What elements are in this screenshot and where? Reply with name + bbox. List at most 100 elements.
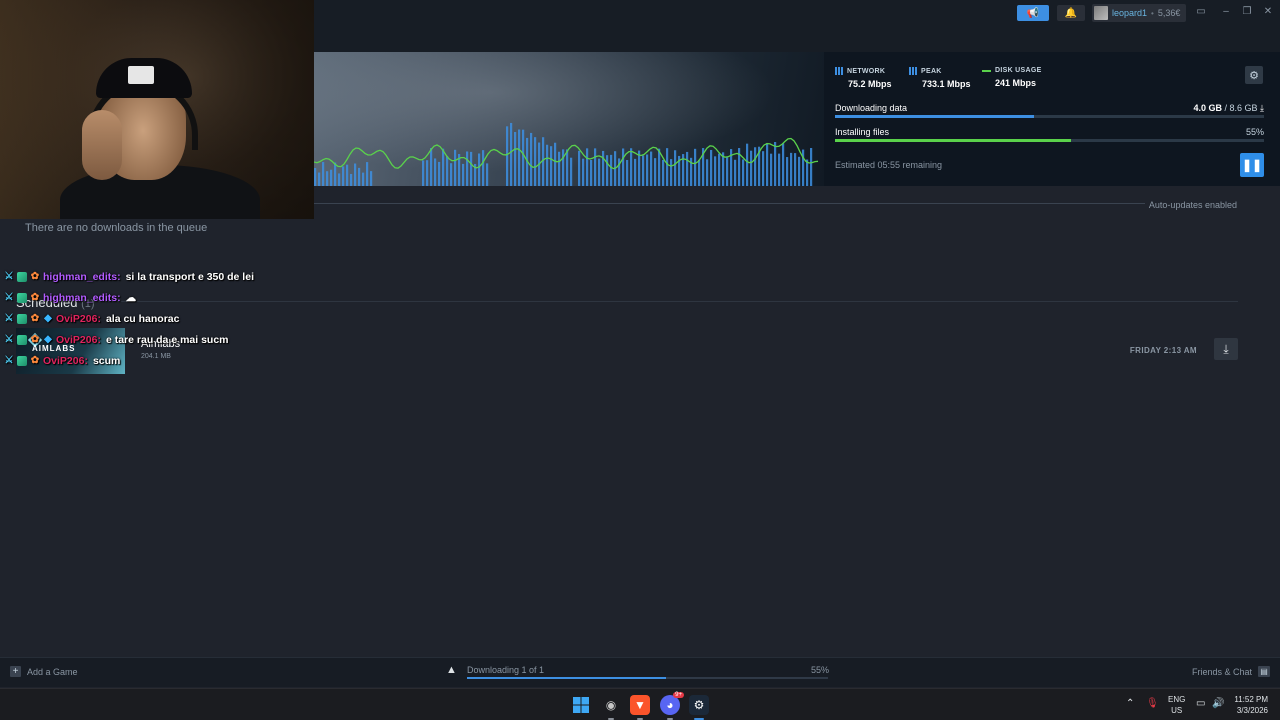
pause-button[interactable]: ❚❚ bbox=[1240, 153, 1264, 177]
taskbar-app-brave[interactable]: ▼ bbox=[630, 695, 650, 720]
sword-badge-icon: ⚔ bbox=[4, 312, 14, 324]
network-bar bbox=[782, 143, 785, 186]
chat-message: ⚔ ✿ OviP206: scum bbox=[4, 350, 254, 371]
installing-label: Installing files bbox=[835, 127, 890, 137]
maximize-button[interactable]: ❐ bbox=[1240, 5, 1254, 19]
network-bar bbox=[354, 163, 357, 186]
network-bar bbox=[786, 157, 789, 186]
stat-disk-label: DISK USAGE bbox=[995, 67, 1042, 74]
network-bar bbox=[598, 158, 601, 186]
network-bar bbox=[766, 143, 769, 186]
network-bar bbox=[438, 161, 441, 186]
steam-bottom-bar: + Add a Game ▲ Downloading 1 of 1 55% Fr… bbox=[0, 657, 1280, 687]
plus-icon: + bbox=[10, 666, 21, 677]
game-hero-art bbox=[314, 52, 824, 186]
network-bar bbox=[790, 152, 793, 186]
downloading-label: Downloading data bbox=[835, 103, 908, 113]
clock[interactable]: 11:52 PM 3/3/2026 bbox=[1226, 694, 1268, 716]
obs-icon: ◉ bbox=[605, 698, 617, 712]
notifications-button[interactable]: 🔔 bbox=[1057, 5, 1085, 21]
friends-chat-button[interactable]: Friends & Chat ▤ bbox=[1192, 666, 1270, 677]
separator-dot: • bbox=[1151, 8, 1154, 18]
network-bar bbox=[626, 159, 629, 186]
network-bar bbox=[810, 148, 813, 186]
subscriber-badge-icon bbox=[17, 313, 27, 324]
tray-overflow-icon[interactable]: ⌃ bbox=[1126, 698, 1134, 709]
webcam-hand bbox=[82, 110, 122, 180]
installing-percent: 55% bbox=[1245, 127, 1264, 137]
stat-peak-label: PEAK bbox=[921, 67, 942, 75]
cube-badge-icon: ◆ bbox=[44, 333, 52, 345]
bandwidth-graph bbox=[314, 122, 819, 186]
flower-badge-icon: ✿ bbox=[30, 312, 40, 324]
network-bar bbox=[570, 157, 573, 186]
network-bar bbox=[318, 172, 321, 186]
network-bar bbox=[594, 148, 597, 186]
download-settings-button[interactable]: ⚙ bbox=[1245, 66, 1263, 84]
network-bar bbox=[322, 162, 325, 186]
network-bar bbox=[610, 154, 613, 186]
network-bar bbox=[742, 159, 745, 186]
bottom-progress-percent: 55% bbox=[811, 665, 830, 675]
network-bar bbox=[694, 148, 697, 186]
volume-icon[interactable]: 🔊 bbox=[1212, 698, 1224, 709]
network-bar bbox=[562, 149, 565, 186]
brave-icon: ▼ bbox=[634, 698, 646, 712]
network-bar bbox=[546, 144, 549, 186]
webcam-cap-logo bbox=[128, 66, 154, 84]
network-bar bbox=[566, 149, 569, 186]
start-download-button[interactable]: ⤓ bbox=[1214, 338, 1238, 360]
wallet-balance: 5,36€ bbox=[1157, 8, 1181, 18]
network-bar bbox=[454, 149, 457, 186]
minimize-icon: – bbox=[1223, 6, 1229, 17]
taskbar-app-discord[interactable]: ◕ 9+ bbox=[660, 692, 684, 720]
network-bar bbox=[462, 163, 465, 186]
network-bar bbox=[582, 158, 585, 186]
network-bar bbox=[590, 159, 593, 186]
friends-chat-label: Friends & Chat bbox=[1191, 666, 1252, 677]
total-size: 8.6 GB bbox=[1229, 103, 1258, 113]
account-menu[interactable]: leopard1 • 5,36€ bbox=[1092, 4, 1187, 22]
download-status-icon: ▲ bbox=[446, 664, 457, 676]
network-bar bbox=[370, 171, 373, 186]
add-game-button[interactable]: + Add a Game bbox=[10, 666, 78, 677]
avatar bbox=[1094, 6, 1108, 20]
gear-icon: ⚙ bbox=[1249, 69, 1259, 82]
start-button[interactable] bbox=[571, 695, 591, 715]
flower-badge-icon: ✿ bbox=[30, 270, 40, 282]
queue-empty-message: There are no downloads in the queue bbox=[25, 222, 208, 234]
network-bar bbox=[794, 153, 797, 186]
download-status-text[interactable]: Downloading 1 of 1 bbox=[467, 665, 544, 675]
network-bar bbox=[350, 173, 353, 186]
network-bar bbox=[514, 131, 517, 186]
network-bar bbox=[602, 150, 605, 186]
network-bar bbox=[518, 129, 521, 186]
minimize-button[interactable]: – bbox=[1219, 5, 1233, 19]
chat-text: scum bbox=[92, 354, 121, 367]
big-picture-button[interactable]: ▭ bbox=[1194, 5, 1208, 19]
close-button[interactable]: ✕ bbox=[1261, 5, 1275, 19]
maximize-icon: ❐ bbox=[1242, 6, 1252, 17]
microphone-icon[interactable]: 🎙 bbox=[1146, 698, 1159, 709]
monitor-icon: ▭ bbox=[1196, 6, 1206, 17]
megaphone-icon: 📢 bbox=[1026, 7, 1040, 19]
taskbar-app-obs[interactable]: ◉ bbox=[601, 695, 621, 720]
language-indicator[interactable]: ENG US bbox=[1168, 694, 1185, 716]
stat-peak: PEAK 733.1 Mbps bbox=[909, 67, 971, 89]
network-bar bbox=[798, 156, 801, 186]
network-icon[interactable]: ▭ bbox=[1196, 698, 1205, 709]
announcements-button[interactable]: 📢 bbox=[1017, 5, 1049, 21]
chat-icon: ▤ bbox=[1258, 666, 1270, 677]
network-bar bbox=[326, 171, 329, 186]
network-bar bbox=[714, 156, 717, 186]
bottom-progress-bar bbox=[467, 677, 828, 679]
chat-message: ⚔ ✿ ◆ OviP206: e tare rau da e mai sucm bbox=[4, 329, 254, 350]
download-icon: ⤓ bbox=[1223, 341, 1229, 356]
stat-network-value: 75.2 Mbps bbox=[848, 79, 892, 89]
network-bar bbox=[750, 150, 753, 186]
network-bar bbox=[806, 159, 809, 186]
taskbar-app-steam[interactable]: ⚙ bbox=[689, 695, 709, 720]
stat-network: NETWORK 75.2 Mbps bbox=[835, 67, 892, 89]
network-bar bbox=[346, 164, 349, 186]
network-bar bbox=[446, 156, 449, 186]
